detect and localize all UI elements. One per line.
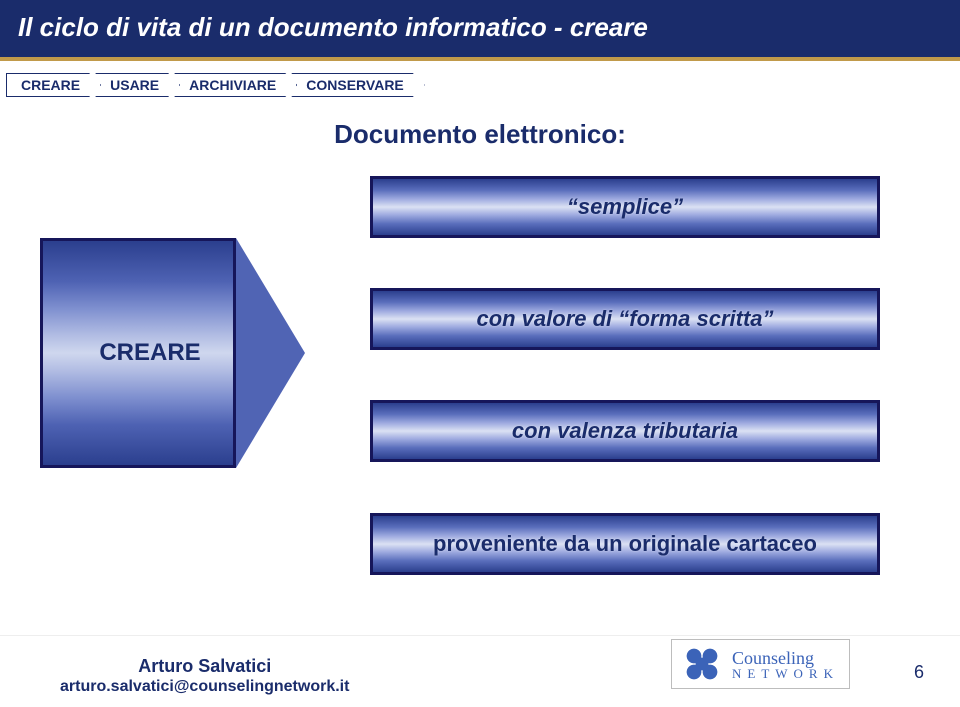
creare-arrow-block: CREARE (40, 238, 305, 468)
section-heading-text: Documento elettronico: (334, 119, 626, 149)
result-text: con valore di “forma scritta” (476, 306, 773, 332)
process-step-usare: USARE (95, 73, 180, 97)
logo-text-block: Counseling NETWORK (732, 649, 839, 680)
slide-title-text: Il ciclo di vita di un documento informa… (18, 12, 648, 42)
process-step-archiviare: ARCHIVIARE (174, 73, 297, 97)
result-text: proveniente da un originale cartaceo (433, 531, 817, 557)
footer-author-email: arturo.salvatici@counselingnetwork.it (60, 677, 349, 697)
footer-author-block: Arturo Salvatici arturo.salvatici@counse… (60, 655, 349, 698)
slide-footer: Arturo Salvatici arturo.salvatici@counse… (0, 635, 960, 707)
creare-arrow-label: CREARE (40, 238, 260, 468)
logo-line1: Counseling (732, 649, 839, 667)
footer-logo: Counseling NETWORK (671, 639, 850, 689)
creare-arrow-label-text: CREARE (99, 339, 200, 367)
section-heading: Documento elettronico: (0, 119, 960, 150)
result-text: con valenza tributaria (512, 418, 738, 444)
process-step-label: CREARE (21, 77, 80, 93)
footer-author-name: Arturo Salvatici (60, 655, 349, 678)
result-box-forma-scritta: con valore di “forma scritta” (370, 288, 880, 350)
process-step-label: CONSERVARE (306, 77, 404, 93)
result-box-semplice: “semplice” (370, 176, 880, 238)
result-box-tributaria: con valenza tributaria (370, 400, 880, 462)
process-step-conservare: CONSERVARE (291, 73, 425, 97)
logo-line2: NETWORK (732, 667, 839, 680)
process-step-label: ARCHIVIARE (189, 77, 276, 93)
process-step-label: USARE (110, 77, 159, 93)
result-text: “semplice” (567, 194, 683, 220)
page-number-text: 6 (914, 662, 924, 682)
process-step-creare: CREARE (6, 73, 101, 97)
page-number: 6 (914, 662, 924, 683)
result-box-cartaceo: proveniente da un originale cartaceo (370, 513, 880, 575)
logo-knot-icon (682, 644, 722, 684)
process-arrow-strip: CREARE USARE ARCHIVIARE CONSERVARE (6, 73, 960, 97)
slide-title: Il ciclo di vita di un documento informa… (0, 0, 960, 61)
diagram-area: CREARE “semplice” con valore di “forma s… (0, 168, 960, 598)
